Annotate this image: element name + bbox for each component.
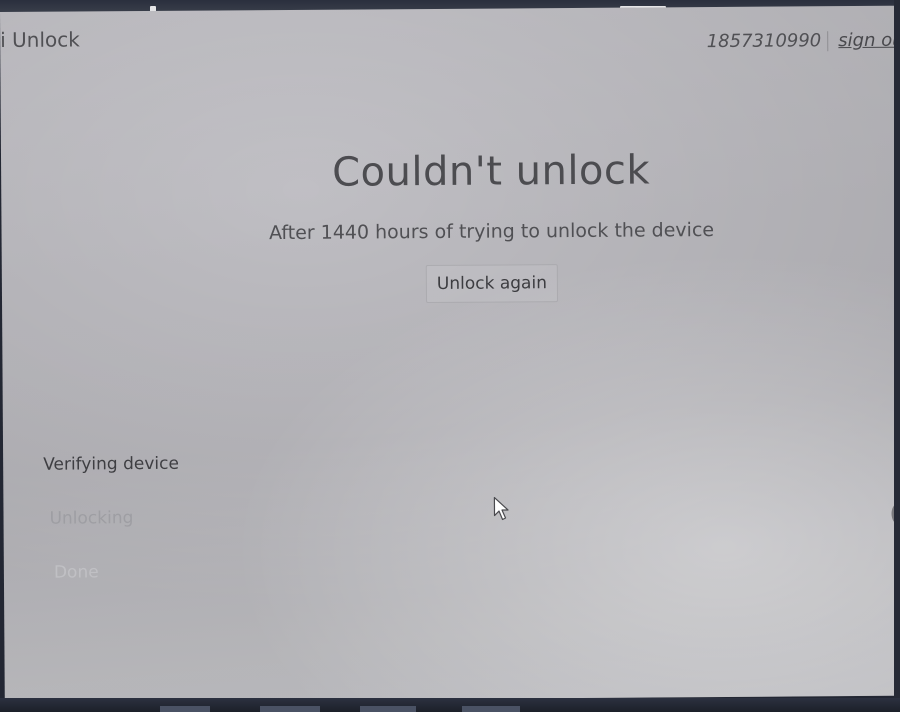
header-divider (827, 30, 829, 51)
unlock-result: Couldn't unlock After 1440 hours of tryi… (1, 145, 900, 306)
monitor-right-bezel (894, 0, 900, 712)
step-verifying-device: Verifying device (43, 453, 179, 475)
monitor-bottom-bezel (0, 698, 900, 712)
sign-out-link[interactable]: sign out (838, 30, 900, 51)
taskbar-item (360, 706, 416, 712)
result-title: Couldn't unlock (331, 147, 651, 196)
photo-of-monitor: i Unlock 1857310990 sign out Couldn't un… (0, 0, 900, 712)
account-area: 1857310990 sign out (707, 30, 900, 52)
mouse-pointer-icon (493, 496, 509, 521)
result-message: After 1440 hours of trying to unlock the… (268, 219, 715, 245)
app-window: i Unlock 1857310990 sign out Couldn't un… (0, 5, 900, 702)
taskbar-item (260, 706, 320, 712)
app-title: i Unlock (0, 27, 80, 52)
account-number: 1857310990 (706, 30, 822, 53)
unlock-again-button[interactable]: Unlock again (425, 264, 559, 304)
step-unlocking: Unlocking (49, 508, 134, 529)
taskbar-item (462, 706, 520, 712)
step-done: Done (53, 562, 99, 583)
progress-steps: Verifying device Unlocking Done (43, 453, 180, 616)
taskbar-item (160, 706, 210, 712)
